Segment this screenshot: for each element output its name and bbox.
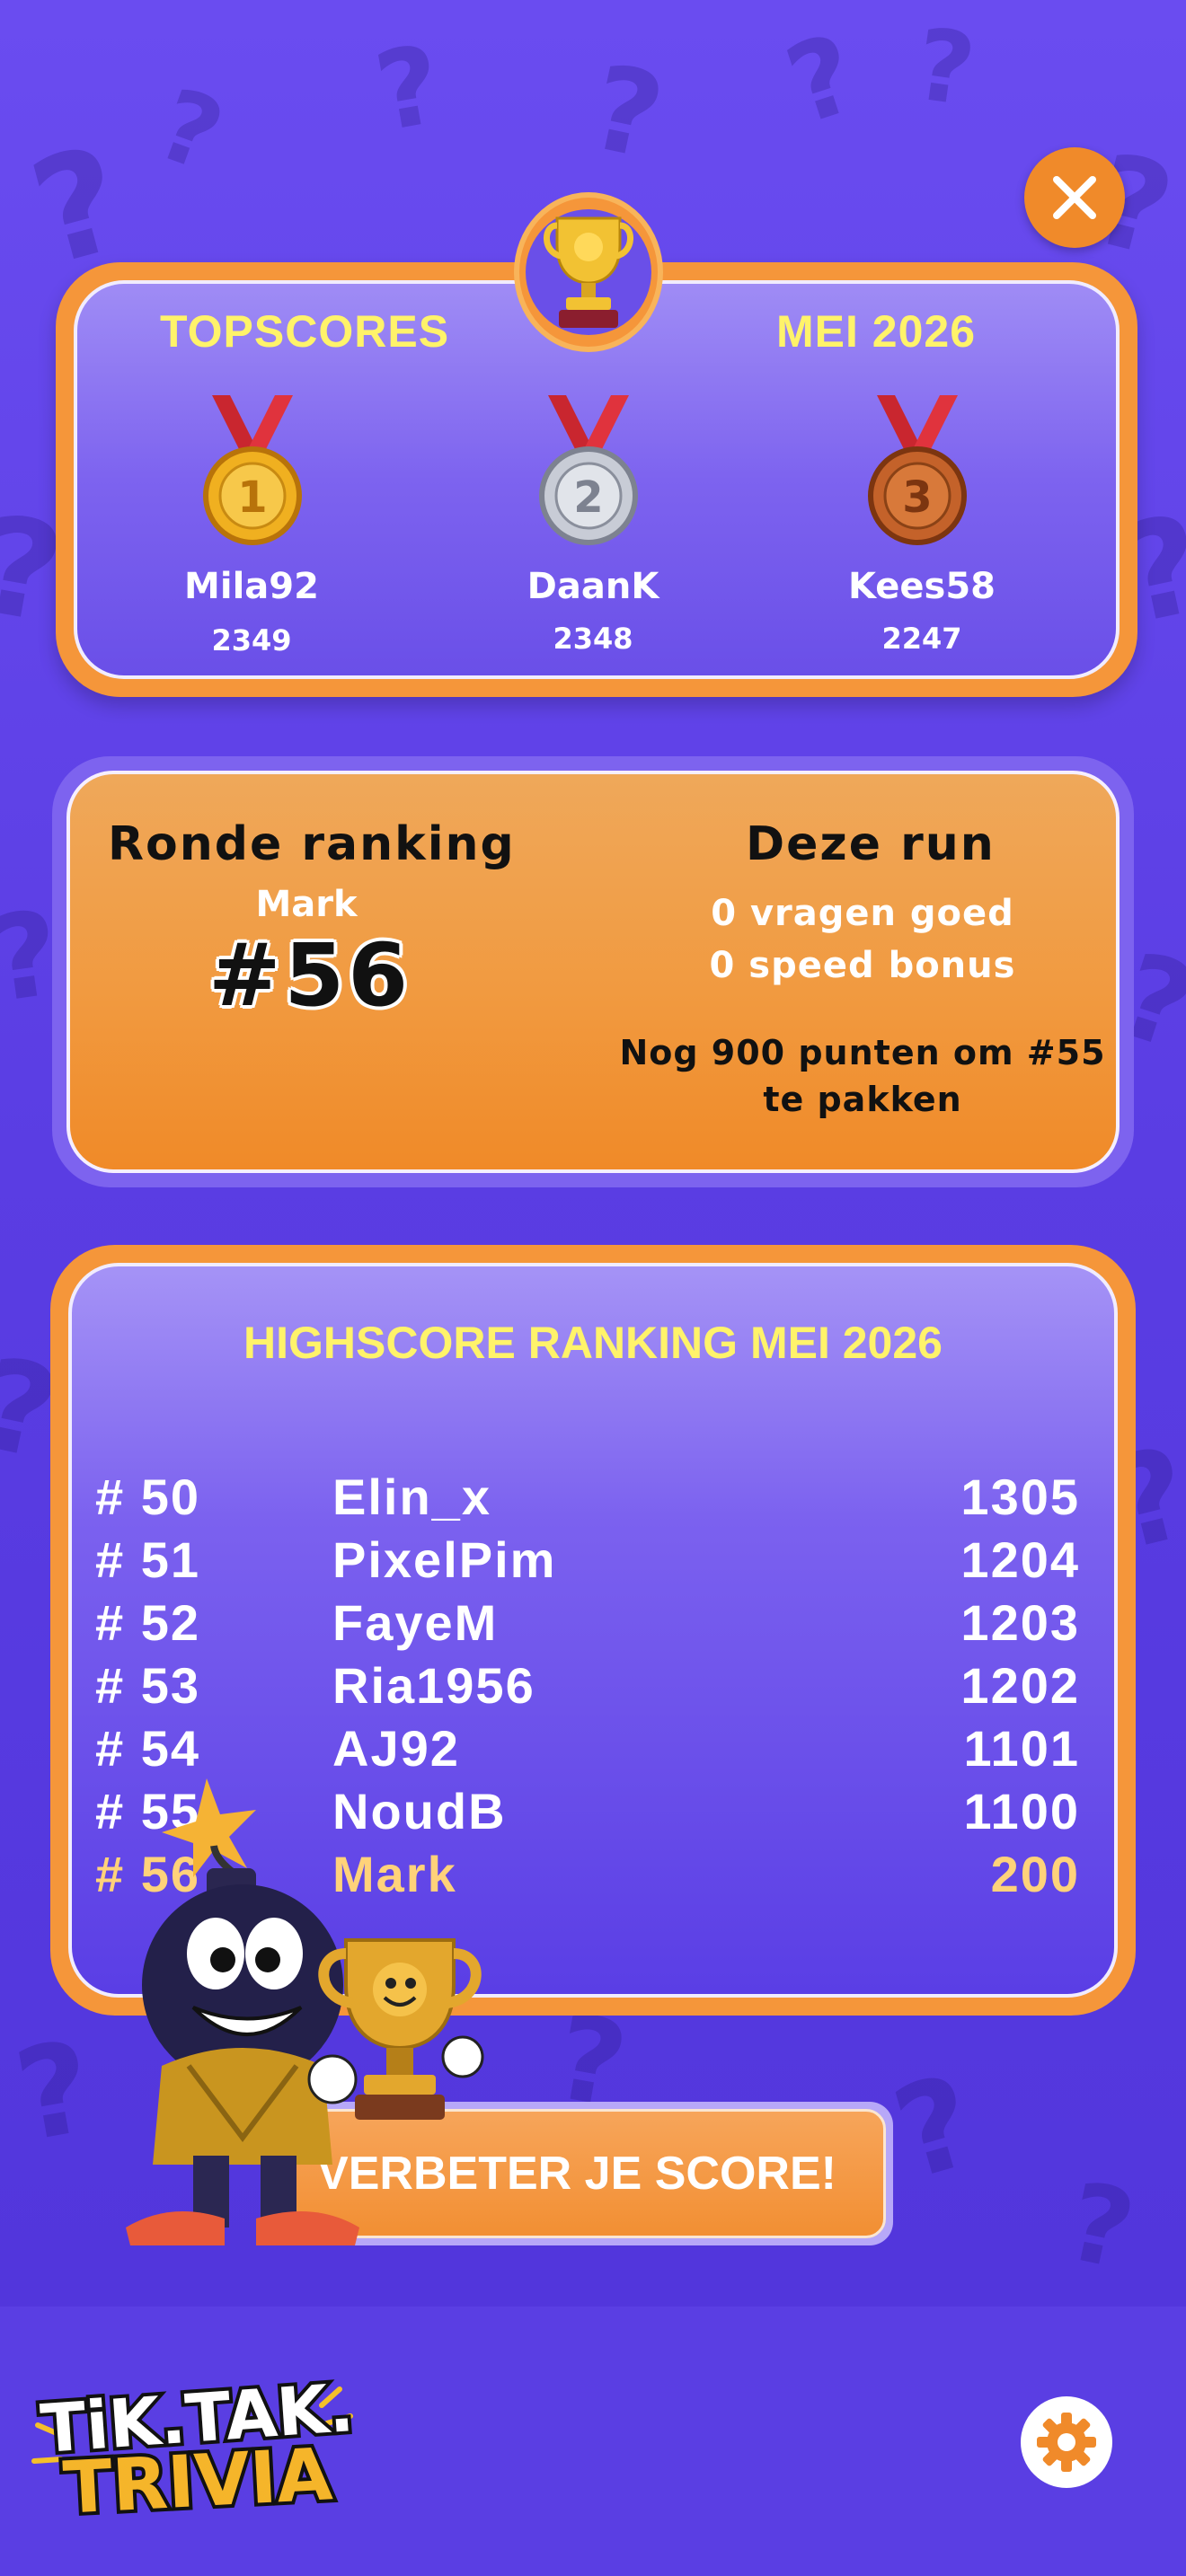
gold-medal-icon: 1 xyxy=(203,395,302,545)
row-score: 200 xyxy=(990,1846,1080,1902)
topscores-title: TOPSCORES xyxy=(160,306,450,357)
round-rank: #56 xyxy=(208,925,412,1026)
highscore-row: # 50 Elin_x 1305 xyxy=(95,1468,1080,1531)
row-name: Ria1956 xyxy=(332,1657,535,1714)
row-score: 1100 xyxy=(963,1783,1080,1839)
trophy-icon xyxy=(544,216,633,328)
podium-2-score: 2348 xyxy=(553,622,633,656)
podium-3-score: 2247 xyxy=(881,622,962,656)
run-correct: 0 vragen goed xyxy=(711,893,1014,934)
row-name: PixelPim xyxy=(332,1531,557,1588)
highscore-row: # 51 PixelPim 1204 xyxy=(95,1531,1080,1593)
trophy-badge xyxy=(514,192,663,352)
round-ranking-title: Ronde ranking xyxy=(108,817,516,871)
close-button[interactable] xyxy=(1024,147,1125,248)
run-title: Deze run xyxy=(746,817,996,871)
row-rank: # 51 xyxy=(95,1531,200,1588)
row-score: 1101 xyxy=(963,1720,1080,1777)
next-goal-text: Nog 900 punten om #55 te pakken xyxy=(619,1033,1106,1119)
svg-text:1: 1 xyxy=(237,472,267,523)
row-score: 1305 xyxy=(960,1469,1080,1525)
podium-3-name: Kees58 xyxy=(847,566,996,607)
row-rank: # 50 xyxy=(95,1469,200,1525)
svg-text:TRIVIA: TRIVIA xyxy=(61,2432,334,2524)
round-player-name: Mark xyxy=(255,884,358,925)
podium-2-name: DaanK xyxy=(527,566,659,607)
highscore-title: HIGHSCORE RANKING MEI 2026 xyxy=(243,1318,943,1368)
bomb-mascot-with-trophy-icon xyxy=(126,1778,484,2245)
highscore-row: # 53 Ria1956 1202 xyxy=(95,1656,1080,1719)
row-score: 1204 xyxy=(960,1531,1080,1588)
row-rank: # 52 xyxy=(95,1594,200,1651)
podium-1-name: Mila92 xyxy=(184,566,319,607)
podium-1-score: 2349 xyxy=(211,623,292,657)
row-name: FayeM xyxy=(332,1594,499,1651)
tiktak-trivia-logo: TiK.TAK. TRIVIA xyxy=(31,2366,359,2524)
topscores-period: MEI 2026 xyxy=(776,306,977,357)
silver-medal-icon: 2 xyxy=(539,395,638,545)
highscore-row: # 52 FayeM 1203 xyxy=(95,1593,1080,1656)
close-icon xyxy=(1053,176,1096,219)
run-speed-bonus: 0 speed bonus xyxy=(709,945,1016,986)
row-rank: # 53 xyxy=(95,1657,200,1714)
svg-text:3: 3 xyxy=(902,472,932,523)
svg-text:2: 2 xyxy=(573,472,603,523)
gear-icon xyxy=(1037,2413,1096,2472)
row-name: Elin_x xyxy=(332,1469,491,1525)
row-score: 1203 xyxy=(960,1594,1080,1651)
bronze-medal-icon: 3 xyxy=(868,395,967,545)
row-score: 1202 xyxy=(960,1657,1080,1714)
settings-button[interactable] xyxy=(1021,2396,1112,2488)
